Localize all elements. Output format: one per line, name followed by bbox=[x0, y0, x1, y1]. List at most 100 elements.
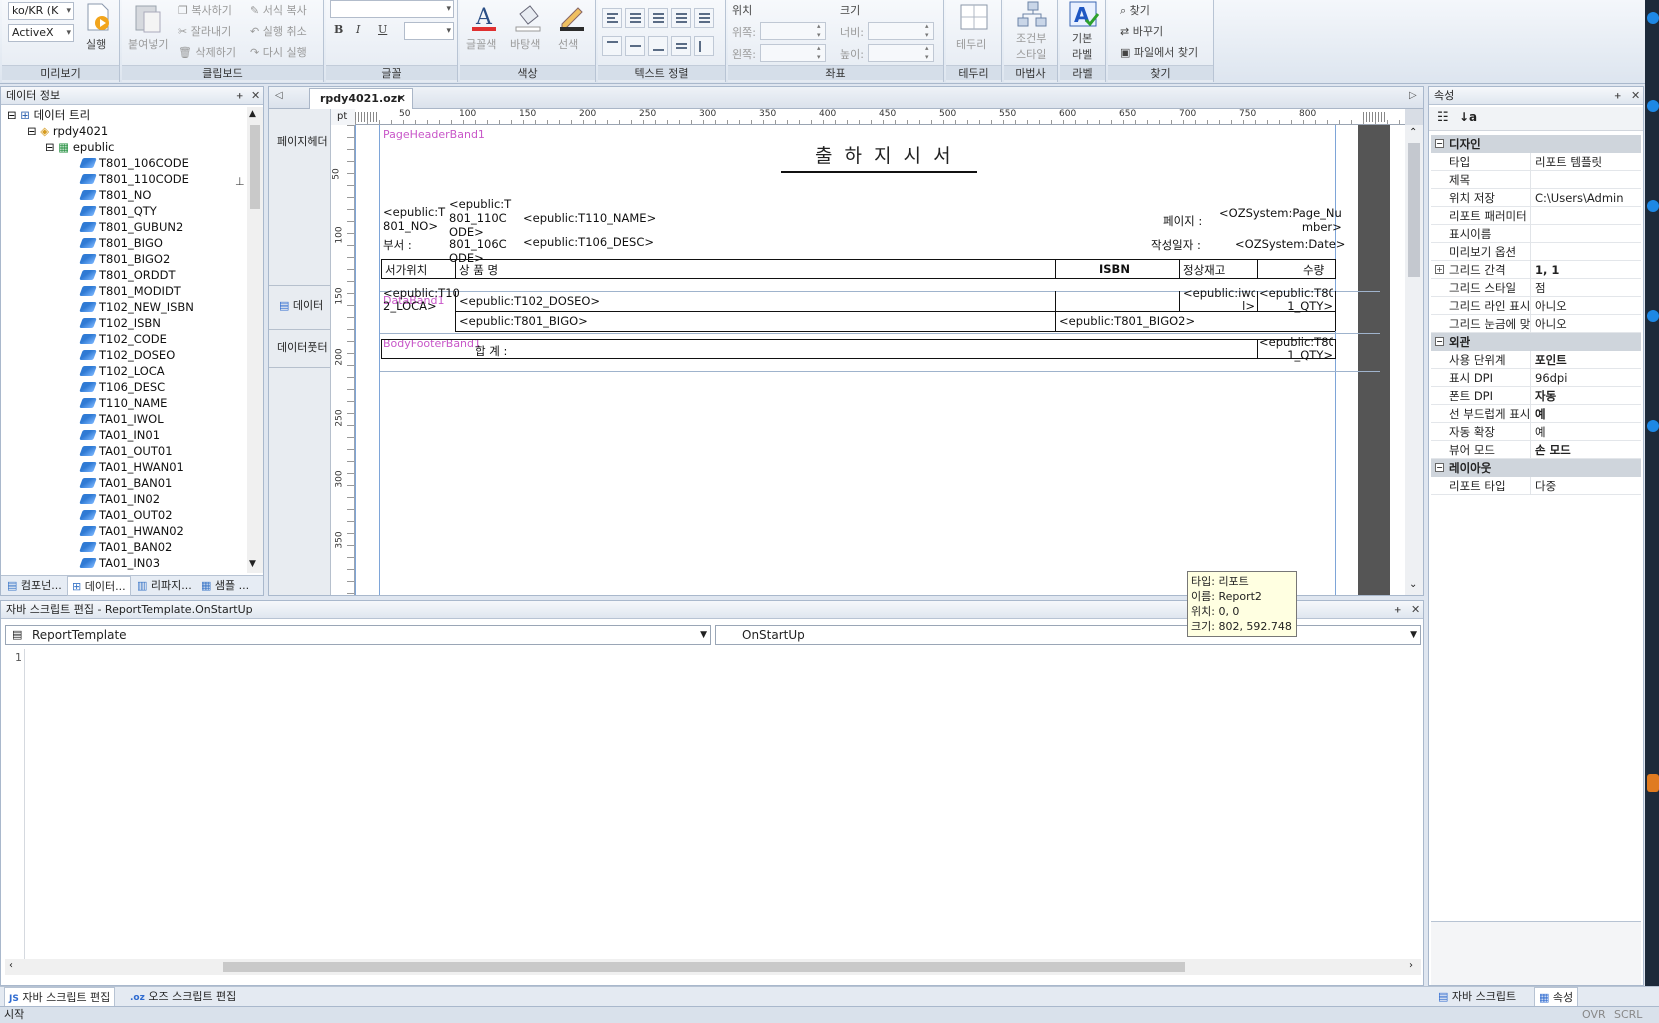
tree-field[interactable]: T110_NAME bbox=[79, 395, 167, 411]
tree-root[interactable]: ⊟ ⊞ 데이터 트리 bbox=[7, 107, 90, 123]
left-spinner[interactable] bbox=[760, 44, 826, 62]
chevron-down-icon[interactable]: ▼ bbox=[249, 559, 256, 569]
object-select[interactable]: ▤ ReportTemplate ▼ bbox=[5, 625, 711, 645]
chevron-left-icon[interactable]: ◁ bbox=[275, 90, 283, 101]
field-t102-doseo[interactable]: <epublic:T102_DOSEO> bbox=[459, 294, 600, 308]
tree-field[interactable]: TA01_IN01 bbox=[79, 427, 160, 443]
sort-az-icon[interactable]: ↓a bbox=[1459, 110, 1477, 124]
align-center-button[interactable] bbox=[625, 8, 645, 28]
data-tree-scrollbar[interactable]: ▲ ▼ bbox=[247, 107, 263, 573]
prop-category-layout[interactable]: − 레이아웃 bbox=[1431, 459, 1641, 477]
tree-field[interactable]: TA01_HWAN02 bbox=[79, 523, 184, 539]
underline-button[interactable]: U bbox=[378, 23, 387, 36]
column-header-location[interactable]: 서가위치 bbox=[385, 262, 427, 278]
tree-field[interactable]: TA01_OUT01 bbox=[79, 443, 173, 459]
tree-field[interactable]: T102_NEW_ISBN bbox=[79, 299, 194, 315]
chevron-up-icon[interactable]: ⌃ bbox=[1409, 127, 1417, 138]
field-page-number[interactable]: <OZSystem:Page_Nu mber> bbox=[1219, 206, 1342, 234]
tree-field[interactable]: T801_GUBUN2 bbox=[79, 219, 183, 235]
pin-icon[interactable]: ᚐ bbox=[1395, 603, 1400, 616]
property-row[interactable]: 사용 단위계 포인트 bbox=[1431, 351, 1641, 369]
valign-middle-button[interactable] bbox=[625, 36, 645, 56]
column-header-isbn[interactable]: ISBN bbox=[1099, 262, 1130, 276]
tree-field[interactable]: T801_BIGO bbox=[79, 235, 163, 251]
tree-field[interactable]: T102_LOCA bbox=[79, 363, 165, 379]
field-t102-loca[interactable]: <epublic:T10 2_LOCA> bbox=[383, 287, 460, 313]
label-department[interactable]: 부서 : bbox=[383, 237, 412, 253]
chevron-up-icon[interactable]: ▲ bbox=[249, 109, 256, 119]
property-row[interactable]: 뷰어 모드 손 모드 bbox=[1431, 441, 1641, 459]
format-copy-button[interactable]: ✎ 서식 복사 bbox=[250, 2, 307, 18]
tab-oz-script-editor[interactable]: .oz 오즈 스크립트 편집 bbox=[126, 987, 240, 1007]
pin-icon[interactable]: ᚐ bbox=[1615, 89, 1620, 102]
paste-button[interactable]: 붙여넣기 bbox=[128, 36, 168, 52]
border-button[interactable]: 테두리 bbox=[956, 36, 986, 52]
italic-button[interactable]: I bbox=[356, 23, 360, 36]
align-justify-button[interactable] bbox=[671, 8, 691, 28]
field-t106-desc[interactable]: <epublic:T106_DESC> bbox=[523, 235, 654, 249]
prop-category-look[interactable]: − 외관 bbox=[1431, 333, 1641, 351]
scroll-thumb[interactable] bbox=[1408, 143, 1420, 277]
tab-sample[interactable]: ▦ 샘플 ... bbox=[197, 576, 253, 596]
property-row[interactable]: 제목 bbox=[1431, 171, 1641, 189]
copy-button[interactable]: ❐ 복사하기 bbox=[178, 2, 232, 18]
field-t801-bigo[interactable]: <epublic:T801_BIGO> bbox=[459, 314, 588, 328]
property-row[interactable]: 그리드 눈금에 맞 아니오 bbox=[1431, 315, 1641, 333]
property-row[interactable]: 자동 확장 예 bbox=[1431, 423, 1641, 441]
event-select[interactable]: OnStartUp ▼ bbox=[715, 625, 1421, 645]
font-size-select[interactable] bbox=[404, 22, 454, 40]
property-row[interactable]: 선 부드럽게 표시 예 bbox=[1431, 405, 1641, 423]
property-row[interactable]: 그리드 스타일 점 bbox=[1431, 279, 1641, 297]
property-row[interactable]: 리포트 패러미터 bbox=[1431, 207, 1641, 225]
close-icon[interactable]: ✕ bbox=[1411, 603, 1420, 616]
column-header-stock[interactable]: 정상재고 bbox=[1183, 262, 1225, 278]
width-spinner[interactable] bbox=[868, 22, 934, 40]
find-button[interactable]: ⌕ 찾기 bbox=[1120, 2, 1150, 18]
field-t801-no[interactable]: <epublic:T 801_NO> bbox=[383, 205, 445, 233]
mode-select[interactable]: ActiveX bbox=[8, 24, 74, 42]
report-title[interactable]: 출 하 지 시 서 bbox=[815, 141, 954, 168]
tree-field[interactable]: T801_BIGO2 bbox=[79, 251, 170, 267]
run-button[interactable]: 실행 bbox=[86, 36, 106, 52]
tree-field[interactable]: TA01_IWOL bbox=[79, 411, 164, 427]
tree-field[interactable]: TA01_BAN02 bbox=[79, 539, 172, 555]
font-color-button[interactable]: 글꼴색 bbox=[466, 36, 496, 52]
align-left-button[interactable] bbox=[602, 8, 622, 28]
pin-icon[interactable]: ᚐ bbox=[237, 89, 242, 102]
locale-select[interactable]: ko/KR (K bbox=[8, 2, 74, 20]
property-row[interactable]: 그리드 라인 표시 아니오 bbox=[1431, 297, 1641, 315]
valign-bottom-button[interactable] bbox=[648, 36, 668, 56]
field-t801-qty[interactable]: <epublic:T80 1_QTY> bbox=[1259, 287, 1333, 313]
vertical-text-button[interactable] bbox=[694, 36, 714, 56]
chevron-down-icon[interactable]: ▼ bbox=[700, 626, 707, 644]
property-row[interactable]: 표시이름 bbox=[1431, 225, 1641, 243]
tree-field[interactable]: T102_DOSEO bbox=[79, 347, 175, 363]
align-distribute-button[interactable] bbox=[694, 8, 714, 28]
script-hscrollbar[interactable]: ‹ › bbox=[5, 959, 1421, 975]
tab-javascript[interactable]: ▤ 자바 스크립트 bbox=[1434, 987, 1520, 1007]
line-color-button[interactable]: 선색 bbox=[558, 36, 578, 52]
close-icon[interactable]: ✕ bbox=[251, 89, 260, 102]
close-icon[interactable]: ✕ bbox=[397, 89, 406, 108]
bold-button[interactable]: B bbox=[334, 23, 343, 36]
tree-file[interactable]: ⊟ ◈ rpdy4021 bbox=[27, 123, 108, 139]
field-system-date[interactable]: <OZSystem:Date> bbox=[1235, 237, 1345, 251]
tab-components[interactable]: ▤ 컴포넌... bbox=[3, 576, 66, 596]
tab-properties[interactable]: ▦ 속성 bbox=[1534, 987, 1579, 1007]
tree-field[interactable]: T801_110CODE bbox=[79, 171, 189, 187]
band-label-datafooter[interactable]: 데이터풋터 bbox=[277, 339, 329, 355]
field-sum-qty[interactable]: <epublic:T80 1_QTY> bbox=[1259, 336, 1333, 362]
field-t110-name[interactable]: <epublic:T110_NAME> bbox=[523, 211, 656, 225]
chevron-down-icon[interactable]: ▼ bbox=[1410, 626, 1417, 644]
top-spinner[interactable] bbox=[760, 22, 826, 40]
tree-field[interactable]: T801_MODIDT bbox=[79, 283, 181, 299]
tree-field[interactable]: T801_106CODE bbox=[79, 155, 189, 171]
chevron-down-icon[interactable]: ⌄ bbox=[1409, 579, 1417, 590]
tree-field[interactable]: TA01_OUT02 bbox=[79, 507, 173, 523]
tree-field[interactable]: TA01_IN02 bbox=[79, 491, 160, 507]
replace-button[interactable]: ⇄ 바꾸기 bbox=[1120, 23, 1163, 39]
conditional-style-button[interactable]: 조건부 스타일 bbox=[1016, 30, 1046, 62]
delete-button[interactable]: 🗑 삭제하기 bbox=[178, 44, 236, 60]
report-canvas[interactable]: PageHeaderBand1 DataBand1 BodyFooterBand… bbox=[355, 125, 1405, 595]
tab-repository[interactable]: ▥ 리파지... bbox=[133, 576, 196, 596]
